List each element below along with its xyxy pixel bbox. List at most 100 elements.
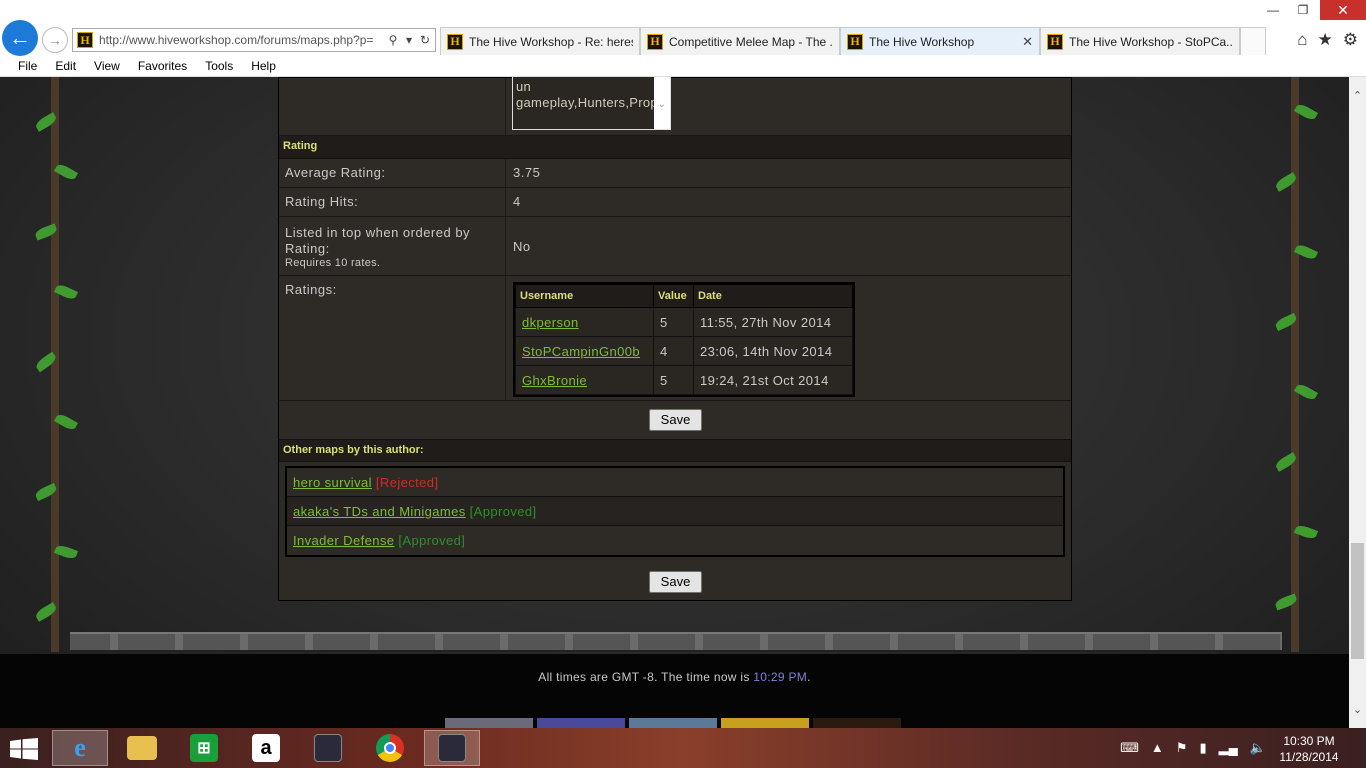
save-rating-button[interactable]: Save: [649, 409, 702, 431]
settings-gear-icon[interactable]: ⚙: [1343, 30, 1358, 50]
tags-label-cell: [279, 78, 506, 135]
volume-icon[interactable]: 🔈: [1250, 740, 1266, 756]
menu-tools[interactable]: Tools: [196, 59, 242, 73]
favorites-star-icon[interactable]: ★: [1318, 30, 1333, 50]
menu-favorites[interactable]: Favorites: [129, 59, 196, 73]
listed-in-top-label-cell: Listed in top when ordered by Rating: Re…: [279, 217, 506, 275]
tab-1[interactable]: H The Hive Workshop - Re: heres...: [440, 27, 640, 55]
hive-favicon-icon: H: [847, 33, 863, 50]
amazon-taskbar-icon[interactable]: a: [238, 730, 294, 766]
scroll-up-icon[interactable]: ⌃: [1349, 89, 1366, 102]
footer-background: [0, 654, 1349, 728]
new-tab-button[interactable]: [1240, 27, 1266, 55]
banner-2[interactable]: [537, 718, 625, 728]
rating-section-header: Rating: [279, 136, 1071, 159]
banner-1[interactable]: [445, 718, 533, 728]
scroll-down-icon[interactable]: ⌄: [1349, 703, 1366, 716]
chevron-down-icon[interactable]: ⌄: [654, 77, 670, 129]
rating-hits-value: 4: [513, 194, 521, 209]
show-hidden-icons-icon[interactable]: ▲: [1151, 740, 1164, 756]
tab-strip: H The Hive Workshop - Re: heres... H Com…: [440, 27, 1266, 57]
rating-value: 5: [653, 365, 694, 395]
forward-button[interactable]: →: [42, 27, 68, 53]
map-link[interactable]: akaka's TDs and Minigames: [293, 504, 466, 519]
store-taskbar-icon[interactable]: ⊞: [176, 730, 232, 766]
browser-toolbar-icons: ⌂ ★ ⚙: [1297, 30, 1358, 50]
internet-explorer-taskbar-icon[interactable]: e: [52, 730, 108, 766]
close-tab-icon[interactable]: ✕: [1022, 34, 1033, 50]
battery-icon[interactable]: ▮: [1199, 740, 1206, 756]
tab-label: The Hive Workshop - Re: heres...: [469, 34, 633, 49]
close-window-icon[interactable]: ✕: [1320, 0, 1366, 20]
menu-view[interactable]: View: [85, 59, 129, 73]
listed-in-top-value: No: [513, 239, 531, 254]
listed-in-top-label: Listed in top when ordered by Rating:: [285, 225, 471, 256]
average-rating-label: Average Rating:: [279, 159, 506, 187]
ratings-table: Username Value Date dkperson 5 11:55, 27…: [513, 282, 855, 397]
banner-3[interactable]: [629, 718, 717, 728]
menu-edit[interactable]: Edit: [46, 59, 85, 73]
action-center-flag-icon[interactable]: ⚑: [1176, 740, 1188, 756]
banner-5[interactable]: [813, 718, 901, 728]
menu-file[interactable]: File: [0, 59, 46, 73]
chrome-taskbar-icon[interactable]: [362, 730, 418, 766]
system-tray: ⌨ ▲ ⚑ ▮ ▂▄ 🔈: [1120, 740, 1266, 756]
banner-4[interactable]: [721, 718, 809, 728]
warcraft-2-taskbar-icon[interactable]: [424, 730, 480, 766]
listed-in-top-note: Requires 10 rates.: [285, 257, 381, 269]
url-text[interactable]: http://www.hiveworkshop.com/forums/maps.…: [99, 33, 385, 47]
file-explorer-taskbar-icon[interactable]: [114, 730, 170, 766]
footer-timezone-text: All times are GMT -8. The time now is 10…: [0, 670, 1349, 684]
restore-icon[interactable]: ❐: [1290, 0, 1316, 20]
hive-favicon-icon: H: [1047, 33, 1063, 50]
value-column-header: Value: [653, 284, 694, 308]
tab-label: Competitive Melee Map - The ...: [669, 34, 833, 49]
address-bar[interactable]: H http://www.hiveworkshop.com/forums/map…: [72, 28, 436, 52]
rating-date: 23:06, 14th Nov 2014: [693, 336, 853, 366]
tab-label: The Hive Workshop - StoPCa...: [1069, 34, 1233, 49]
system-clock[interactable]: 10:30 PM 11/28/2014: [1274, 733, 1344, 765]
rater-username-link[interactable]: dkperson: [522, 315, 579, 330]
map-status: [Approved]: [398, 533, 466, 548]
menu-help[interactable]: Help: [242, 59, 285, 73]
affiliate-banners: [445, 718, 901, 728]
tags-text: un gameplay,Hunters,Props,akaka: [516, 79, 670, 110]
map-link[interactable]: Invader Defense: [293, 533, 394, 548]
back-button[interactable]: ←: [2, 20, 38, 56]
tab-3-active[interactable]: H The Hive Workshop ✕: [840, 27, 1040, 55]
tab-2[interactable]: H Competitive Melee Map - The ...: [640, 27, 840, 55]
network-signal-icon[interactable]: ▂▄: [1219, 740, 1238, 756]
table-row: GhxBronie 5 19:24, 21st Oct 2014: [515, 365, 853, 395]
average-rating-value: 3.75: [513, 165, 541, 180]
warcraft-taskbar-icon[interactable]: [300, 730, 356, 766]
table-row: dkperson 5 11:55, 27th Nov 2014: [515, 307, 853, 337]
list-item: hero survival [Rejected]: [287, 468, 1063, 497]
map-status: [Rejected]: [375, 475, 439, 490]
dropdown-icon[interactable]: ▾: [401, 33, 417, 47]
keyboard-icon[interactable]: ⌨: [1120, 740, 1139, 756]
map-link[interactable]: hero survival: [293, 475, 372, 490]
minimize-icon[interactable]: —: [1260, 0, 1286, 20]
rating-hits-row: Rating Hits: 4: [279, 188, 1071, 217]
footer-text-after: .: [807, 670, 811, 684]
rating-date: 11:55, 27th Nov 2014: [693, 307, 853, 337]
vine-decoration-left: [33, 77, 79, 652]
rater-username-link[interactable]: GhxBronie: [522, 373, 587, 388]
tags-row: un gameplay,Hunters,Props,akaka ⌄: [279, 77, 1071, 136]
tab-4[interactable]: H The Hive Workshop - StoPCa...: [1040, 27, 1240, 55]
hive-favicon-icon: H: [447, 33, 463, 50]
windows-taskbar: e ⊞ a ⌨ ▲ ⚑ ▮ ▂▄ 🔈 10:30 PM 11/28/2014: [0, 728, 1366, 768]
search-icon[interactable]: ⚲: [385, 33, 401, 47]
vertical-scrollbar[interactable]: ⌃ ⌄: [1349, 77, 1366, 728]
rating-hits-label: Rating Hits:: [279, 188, 506, 216]
refresh-icon[interactable]: ↻: [417, 33, 433, 47]
windows-start-icon[interactable]: [10, 738, 38, 760]
scroll-thumb[interactable]: [1351, 543, 1364, 659]
date-column-header: Date: [693, 284, 853, 308]
rating-value: 4: [653, 336, 694, 366]
save-maps-button[interactable]: Save: [649, 571, 702, 593]
tags-textarea[interactable]: un gameplay,Hunters,Props,akaka ⌄: [512, 77, 671, 130]
rater-username-link[interactable]: StoPCampinGn00b: [522, 344, 640, 359]
home-icon[interactable]: ⌂: [1297, 30, 1307, 50]
vine-decoration-right: [1273, 77, 1319, 652]
